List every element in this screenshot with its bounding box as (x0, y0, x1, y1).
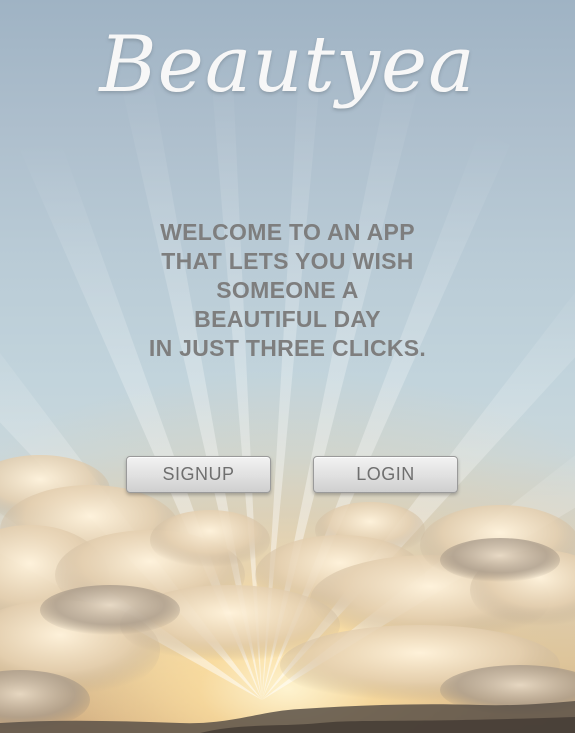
welcome-message: WELCOME TO AN APP THAT LETS YOU WISH SOM… (148, 219, 427, 361)
horizon-hills (0, 701, 575, 733)
app-logo: Beautyea (99, 20, 476, 110)
login-button[interactable]: LOGIN (313, 456, 458, 493)
signup-button[interactable]: SIGNUP (126, 456, 271, 493)
